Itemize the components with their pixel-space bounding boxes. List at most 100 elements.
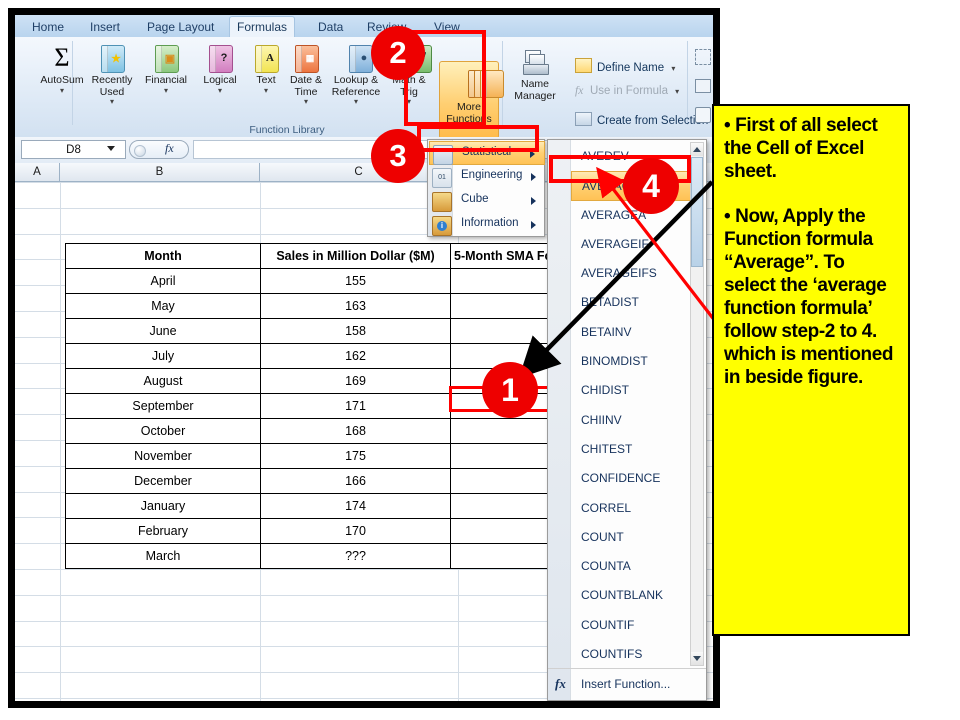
trace-precedents-icon[interactable] (695, 49, 711, 65)
chevron-down-icon[interactable]: ▾ (325, 98, 387, 106)
table-cell[interactable]: July (65, 343, 261, 369)
table-cell[interactable]: December (65, 468, 261, 494)
table-row[interactable]: October 168 (65, 418, 561, 444)
function-list-item[interactable]: AVERAGEIFS (571, 259, 691, 288)
table-cell[interactable] (450, 468, 561, 494)
table-cell[interactable]: 174 (260, 493, 451, 519)
statistical-function-list[interactable]: AVEDEV AVERAGE AVERAGEA AVERAGEIF AVERAGEIFS… (571, 142, 691, 666)
scroll-down-icon[interactable] (691, 652, 703, 665)
table-header-cell[interactable]: 5-Month SMA Fo (450, 243, 561, 269)
define-name-item[interactable]: Define Name ▾ (575, 58, 675, 74)
table-cell[interactable]: 163 (260, 293, 451, 319)
chevron-down-icon[interactable] (107, 146, 115, 151)
recently-used-button[interactable]: ★ Recently Used ▾ (85, 43, 139, 106)
table-cell[interactable]: ??? (260, 543, 451, 569)
function-list-item[interactable]: CHIDIST (571, 376, 691, 405)
menu-item-cube[interactable]: Cube (429, 189, 545, 213)
cancel-icon[interactable] (134, 145, 146, 157)
function-list-item[interactable]: AVERAGEIF (571, 230, 691, 259)
table-cell[interactable] (450, 443, 561, 469)
tab-insert[interactable]: Insert (83, 17, 127, 37)
table-cell[interactable]: October (65, 418, 261, 444)
use-in-formula-item: fx Use in Formula ▾ (575, 85, 680, 97)
financial-button[interactable]: ▣ Financial ▾ (139, 43, 193, 95)
table-cell[interactable]: 175 (260, 443, 451, 469)
table-row[interactable]: November 175 (65, 443, 561, 469)
menu-item-engineering[interactable]: 01 Engineering (429, 165, 545, 189)
table-row[interactable]: March??? (65, 543, 561, 569)
create-from-selection-item[interactable]: Create from Selection (575, 112, 708, 127)
function-list-item[interactable]: COUNT (571, 523, 691, 552)
name-manager-button[interactable]: Name Manager (507, 47, 563, 102)
table-cell[interactable]: January (65, 493, 261, 519)
function-list-item[interactable]: BETADIST (571, 288, 691, 317)
more-functions-dropdown[interactable]: Statistical 01 Engineering Cube i Inform… (427, 139, 545, 237)
function-list-item[interactable]: COUNTIFS (571, 640, 691, 666)
table-cell[interactable] (450, 543, 561, 569)
table-cell[interactable] (450, 268, 561, 294)
table-cell[interactable]: April (65, 268, 261, 294)
function-list-item[interactable]: COUNTBLANK (571, 581, 691, 610)
table-cell[interactable]: 169 (260, 368, 451, 394)
step-badge-1: 1 (482, 362, 538, 418)
insert-function-icon[interactable]: fx (165, 141, 174, 156)
function-list-item[interactable]: CORREL (571, 494, 691, 523)
function-list-item[interactable]: CHITEST (571, 435, 691, 464)
scrollbar-thumb[interactable] (691, 157, 703, 267)
table-cell[interactable] (450, 293, 561, 319)
function-list-item[interactable]: CHIINV (571, 406, 691, 435)
function-list-item[interactable]: BINOMDIST (571, 347, 691, 376)
submenu-scrollbar[interactable] (690, 142, 704, 666)
chevron-down-icon[interactable]: ▾ (139, 86, 193, 95)
scroll-up-icon[interactable] (691, 143, 703, 156)
trace-dependents-icon[interactable] (695, 79, 711, 93)
table-row[interactable]: January 174 (65, 493, 561, 519)
table-cell[interactable]: 168 (260, 418, 451, 444)
table-row[interactable]: April 155 (65, 268, 561, 294)
autosum-button[interactable]: Σ AutoSum ▾ (35, 43, 89, 95)
table-header-cell[interactable]: Sales in Million Dollar ($M) (260, 243, 451, 269)
table-row[interactable]: May 163 (65, 293, 561, 319)
insert-function-menu-item[interactable]: fx Insert Function... (548, 668, 706, 700)
table-cell[interactable]: November (65, 443, 261, 469)
table-cell[interactable] (450, 518, 561, 544)
tab-formulas[interactable]: Formulas (229, 16, 296, 37)
column-header-a[interactable]: A (15, 163, 60, 182)
function-list-item[interactable]: COUNTA (571, 552, 691, 581)
table-cell[interactable]: 162 (260, 343, 451, 369)
table-row[interactable]: June 158 (65, 318, 561, 344)
table-cell[interactable]: 170 (260, 518, 451, 544)
table-cell[interactable]: March (65, 543, 261, 569)
table-cell[interactable] (450, 418, 561, 444)
tab-home[interactable]: Home (25, 17, 71, 37)
function-list-item[interactable]: COUNTIF (571, 611, 691, 640)
table-cell[interactable] (450, 493, 561, 519)
chevron-down-icon[interactable]: ▾ (35, 86, 89, 95)
table-cell[interactable]: 171 (260, 393, 451, 419)
formula-bar-buttons[interactable] (129, 140, 189, 159)
table-cell[interactable]: May (65, 293, 261, 319)
table-cell[interactable] (450, 318, 561, 344)
table-cell[interactable]: 155 (260, 268, 451, 294)
table-cell[interactable]: September (65, 393, 261, 419)
table-row[interactable]: February 170 (65, 518, 561, 544)
table-row[interactable]: July 162 (65, 343, 561, 369)
table-header-cell[interactable]: Month (65, 243, 261, 269)
tab-data[interactable]: Data (311, 17, 350, 37)
table-cell[interactable]: June (65, 318, 261, 344)
menu-item-information[interactable]: i Information (429, 213, 545, 237)
name-manager-label: Name Manager (514, 78, 556, 102)
evaluate-formula-icon[interactable] (695, 107, 711, 123)
table-cell[interactable]: August (65, 368, 261, 394)
function-list-item[interactable]: CONFIDENCE (571, 464, 691, 493)
function-list-item[interactable]: BETAINV (571, 318, 691, 347)
column-header-b[interactable]: B (60, 163, 260, 182)
table-row[interactable]: December 166 (65, 468, 561, 494)
statistical-submenu[interactable]: AVEDEV AVERAGE AVERAGEA AVERAGEIF AVERAGEIFS… (547, 139, 707, 701)
table-cell[interactable]: February (65, 518, 261, 544)
table-cell[interactable]: 166 (260, 468, 451, 494)
tab-page-layout[interactable]: Page Layout (140, 17, 221, 37)
table-cell[interactable]: 158 (260, 318, 451, 344)
chevron-down-icon[interactable]: ▾ (671, 65, 675, 73)
chevron-down-icon[interactable]: ▾ (85, 98, 139, 106)
